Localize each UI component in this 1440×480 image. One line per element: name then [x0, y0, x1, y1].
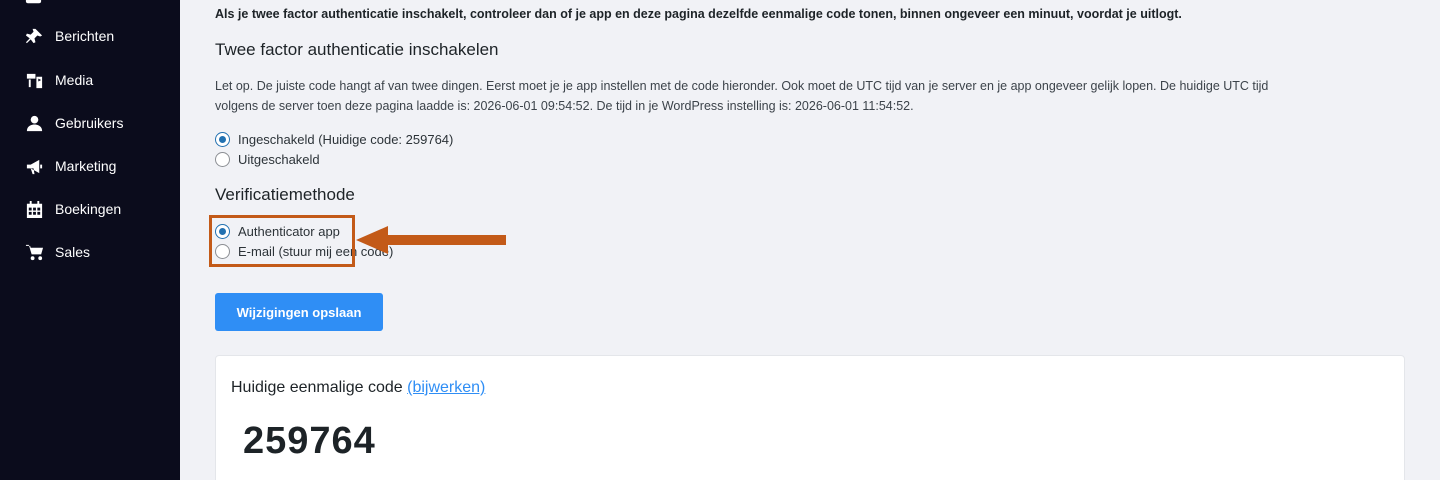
sidebar-item-media[interactable]: Media [24, 69, 93, 91]
calendar-icon [24, 199, 44, 219]
radio-enabled-label: Ingeschakeld (Huidige code: 259764) [238, 131, 454, 147]
sidebar-item-label: Boekingen [55, 201, 122, 217]
user-icon [24, 113, 44, 133]
radio-enabled-control[interactable] [215, 131, 230, 147]
main-content: Als je twee factor authenticatie inschak… [180, 0, 1440, 480]
sidebar-item-sales[interactable]: Sales [24, 241, 90, 263]
sidebar-item-berichten[interactable]: Berichten [24, 25, 114, 47]
megaphone-icon [24, 156, 44, 176]
verification-method-title: Verificatiemethode [215, 185, 355, 204]
annotation-arrow-icon [356, 226, 506, 254]
sidebar-item-label: Sales [55, 244, 91, 260]
current-code-title: Huidige eenmalige code (bijwerken) [231, 379, 485, 397]
annotation-highlight-box [209, 215, 355, 267]
current-code-card: Huidige eenmalige code (bijwerken) 25976… [215, 355, 1405, 480]
time-note-line-1: Let op. De juiste code hangt af van twee… [215, 79, 1269, 93]
radio-disabled-control[interactable] [215, 151, 230, 167]
sidebar-item-gebruikers[interactable]: Gebruikers [24, 112, 123, 134]
media-icon [24, 70, 44, 90]
admin-sidebar: Berichten Media Gebruikers Marketing Boe… [0, 0, 180, 480]
intro-text: Als je twee factor authenticatie inschak… [215, 7, 1182, 21]
refresh-code-link[interactable]: (bijwerken) [407, 379, 485, 396]
time-note: Let op. De juiste code hangt af van twee… [215, 76, 1395, 116]
sidebar-item-marketing[interactable]: Marketing [24, 155, 116, 177]
current-code-value: 259764 [243, 420, 376, 462]
sidebar-item-boekingen[interactable]: Boekingen [24, 198, 121, 220]
sidebar-item-label: Berichten [55, 28, 115, 44]
time-note-line-2: volgens de server toen deze pagina laadd… [215, 99, 914, 113]
radio-enabled[interactable]: Ingeschakeld (Huidige code: 259764) [215, 130, 453, 148]
sidebar-item-label: Marketing [55, 158, 117, 174]
sidebar-item-label: Media [55, 72, 94, 88]
pin-icon [24, 26, 44, 46]
cart-icon [24, 242, 44, 262]
partial-menu-icon [24, 0, 43, 6]
radio-disabled[interactable]: Uitgeschakeld [215, 150, 320, 168]
current-code-title-text: Huidige eenmalige code [231, 379, 403, 396]
save-button[interactable]: Wijzigingen opslaan [215, 293, 383, 331]
sidebar-item-label: Gebruikers [55, 115, 124, 131]
radio-disabled-label: Uitgeschakeld [238, 151, 320, 167]
section-title: Twee factor authenticatie inschakelen [215, 40, 499, 59]
